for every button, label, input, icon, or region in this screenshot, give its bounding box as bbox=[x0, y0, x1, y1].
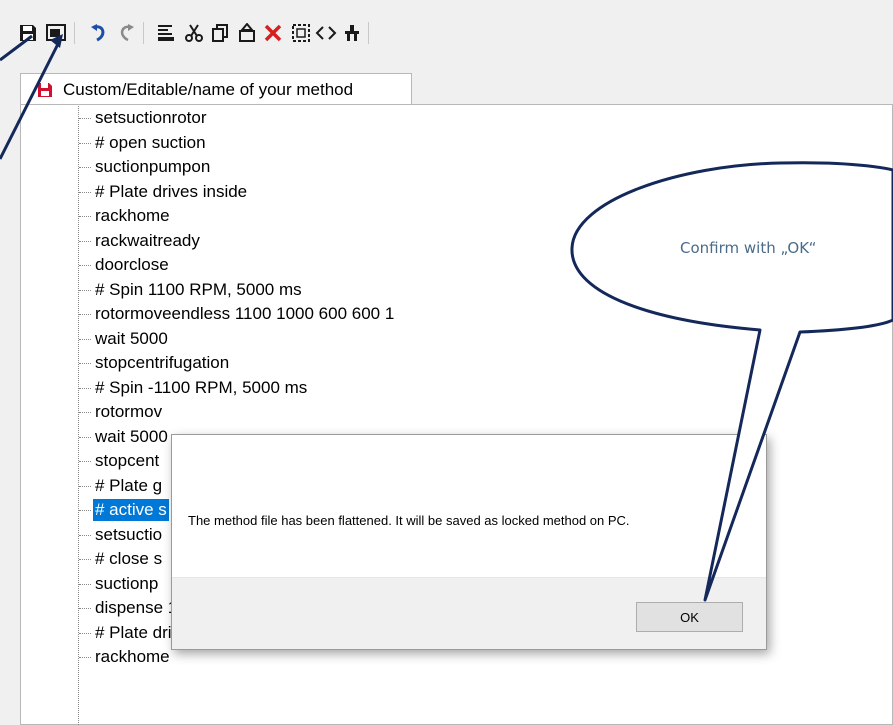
pointer-arrow-shaft bbox=[0, 34, 33, 62]
pointer-arrow-shaft bbox=[0, 39, 62, 160]
callout-text: Confirm with „OK“ bbox=[680, 239, 817, 257]
annotation-overlay bbox=[0, 34, 893, 602]
speech-bubble bbox=[570, 161, 893, 602]
